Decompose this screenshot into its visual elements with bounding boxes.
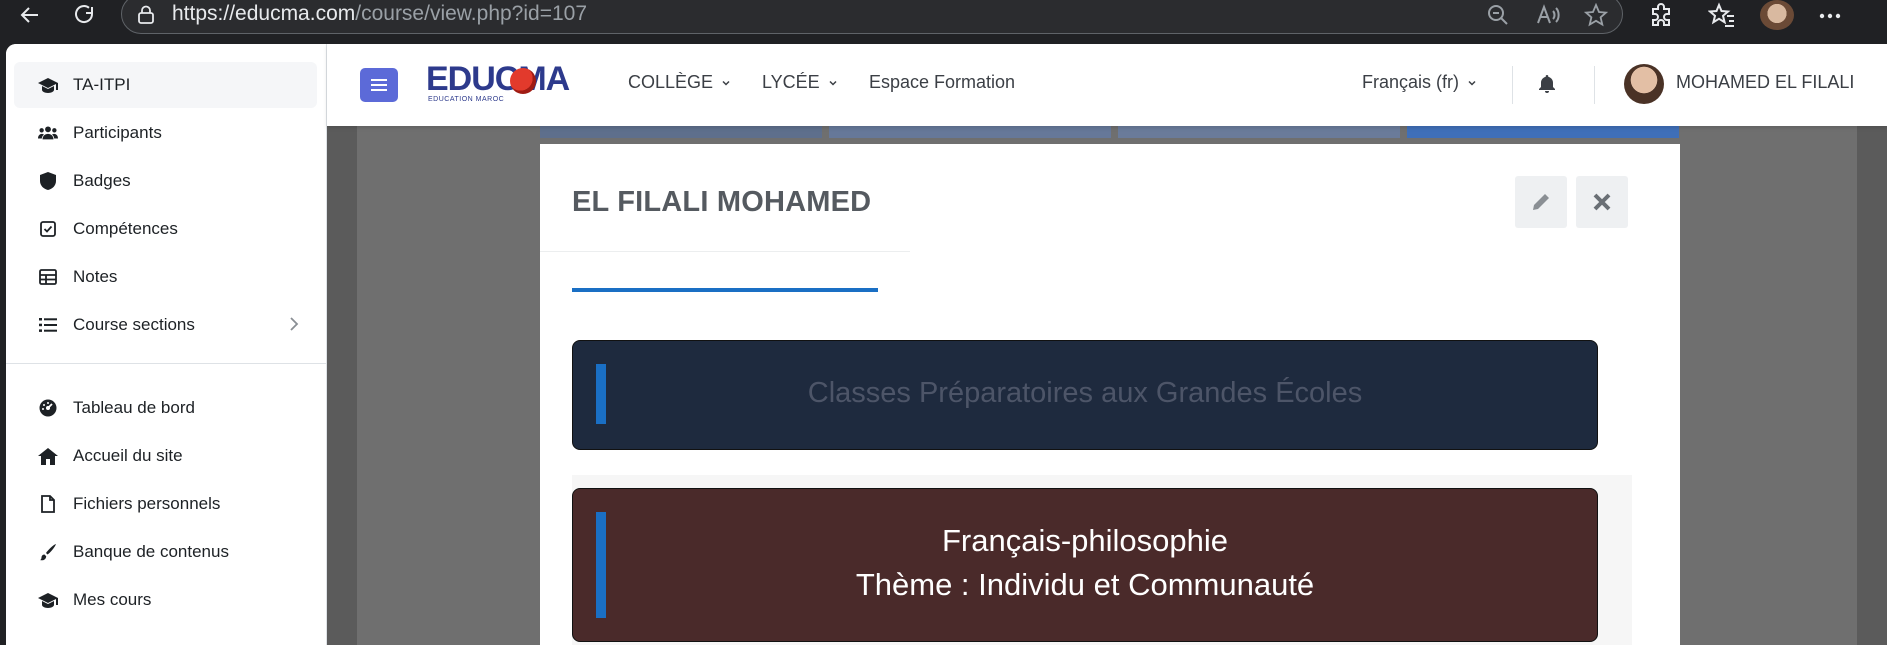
browser-toolbar: https://educma.com/course/view.php?id=10… <box>0 0 1887 44</box>
nav-link-lycee[interactable]: LYCÉE <box>762 72 838 93</box>
url-text: https://educma.com/course/view.php?id=10… <box>172 2 587 25</box>
course-drawer: TA-ITPI Participants Badges Compétences … <box>6 44 327 645</box>
pencil-icon <box>1533 194 1549 210</box>
drawer-item-label: Course sections <box>73 315 195 334</box>
drawer-item-label: Accueil du site <box>73 446 183 465</box>
drawer-item-label: Notes <box>73 267 118 286</box>
course-card-strip <box>540 126 822 138</box>
dashboard-icon <box>38 398 58 418</box>
nav-link-college[interactable]: COLLÈGE <box>628 72 731 93</box>
drawer-item-label: Mes cours <box>73 590 152 609</box>
user-name: MOHAMED EL FILALI <box>1676 72 1855 92</box>
banner-subtitle: Thème : Individu et Communauté <box>855 567 1315 602</box>
modal-title: EL FILALI MOHAMED <box>572 186 872 218</box>
drawer-item-participants[interactable]: Participants <box>14 110 317 156</box>
chevron-right-icon <box>289 317 299 336</box>
language-menu[interactable]: Français (fr) <box>1362 72 1477 93</box>
drawer-item-home[interactable]: Accueil du site <box>14 433 317 479</box>
close-icon <box>1593 193 1611 211</box>
logo-text: EDUCMA <box>426 60 570 98</box>
title-accent-line <box>572 288 878 292</box>
drawer-item-label: Compétences <box>73 219 178 238</box>
hamburger-icon <box>371 79 387 91</box>
user-menu[interactable]: MOHAMED EL FILALI <box>1676 72 1854 93</box>
drawer-item-label: Fichiers personnels <box>73 494 221 513</box>
navbar-divider <box>1594 66 1595 104</box>
logo-subtitle: EDUCATION MAROC <box>428 96 505 103</box>
table-icon <box>38 267 58 287</box>
drawer-item-content-bank[interactable]: Banque de contenus <box>14 529 317 575</box>
close-button[interactable] <box>1576 176 1628 228</box>
drawer-item-personal-files[interactable]: Fichiers personnels <box>14 481 317 527</box>
favorite-star-icon[interactable] <box>1583 2 1610 29</box>
notification-bell-icon[interactable] <box>1538 74 1556 99</box>
file-icon <box>38 494 58 514</box>
drawer-divider <box>6 363 327 364</box>
home-icon <box>38 446 58 466</box>
course-card-strip <box>1407 126 1679 138</box>
chevron-down-icon <box>722 80 730 86</box>
chevron-down-icon <box>829 80 837 86</box>
logo-globe-icon <box>510 68 536 94</box>
lock-icon <box>136 5 156 25</box>
banner-title: Français-philosophie <box>941 523 1229 558</box>
favorites-list-icon[interactable] <box>1707 2 1736 30</box>
course-card-strip <box>1118 126 1400 138</box>
address-bar[interactable]: https://educma.com/course/view.php?id=10… <box>121 0 1623 34</box>
drawer-item-competences[interactable]: Compétences <box>14 206 317 252</box>
browser-profile-avatar[interactable] <box>1760 0 1794 30</box>
paint-brush-icon <box>38 542 58 562</box>
drawer-item-my-courses[interactable]: Mes cours <box>14 577 317 623</box>
read-aloud-icon[interactable] <box>1536 3 1562 29</box>
drawer-item-label: Tableau de bord <box>73 398 195 417</box>
course-card-strip <box>829 126 1111 138</box>
drawer-item-dashboard[interactable]: Tableau de bord <box>14 385 317 431</box>
web-page: TA-ITPI Participants Badges Compétences … <box>6 44 1887 645</box>
drawer-item-label: TA-ITPI <box>73 75 131 94</box>
extensions-icon[interactable] <box>1648 2 1676 30</box>
nav-link-label: COLLÈGE <box>628 72 714 92</box>
section-banner-cpge: Classes Préparatoires aux Grandes Écoles <box>572 340 1598 450</box>
section-banner-francais-philosophie: Français-philosophie Thème : Individu et… <box>572 488 1598 642</box>
navbar-divider <box>1512 66 1513 104</box>
nav-link-label: LYCÉE <box>762 72 820 92</box>
users-icon <box>38 123 58 143</box>
shield-icon <box>38 171 58 191</box>
back-arrow-icon[interactable] <box>12 0 48 30</box>
profile-modal: EL FILALI MOHAMED Classes Préparatoires … <box>540 144 1680 645</box>
user-avatar[interactable] <box>1624 64 1664 104</box>
list-icon <box>38 315 58 335</box>
edit-button[interactable] <box>1515 176 1567 228</box>
graduation-cap-icon <box>38 75 58 95</box>
site-logo[interactable]: EDUCMA EDUCATION MAROC <box>426 62 586 106</box>
zoom-out-icon[interactable] <box>1486 3 1512 29</box>
banner-text: Classes Préparatoires aux Grandes Écoles <box>807 377 1363 409</box>
drawer-toggle-button[interactable] <box>360 68 398 102</box>
drawer-item-notes[interactable]: Notes <box>14 254 317 300</box>
drawer-item-course-sections[interactable]: Course sections <box>14 302 317 348</box>
nav-link-espace-formation[interactable]: Espace Formation <box>869 72 1015 93</box>
more-options-icon[interactable] <box>1816 2 1844 30</box>
drawer-item-label: Badges <box>73 171 131 190</box>
chevron-down-icon <box>1468 80 1476 86</box>
reload-icon[interactable] <box>66 0 102 30</box>
drawer-item-course[interactable]: TA-ITPI <box>14 62 317 108</box>
checkbox-icon <box>38 219 58 239</box>
language-label: Français (fr) <box>1362 72 1460 92</box>
top-navbar: EDUCMA EDUCATION MAROC COLLÈGE LYCÉE Esp… <box>327 44 1887 126</box>
drawer-item-label: Participants <box>73 123 162 142</box>
modal-header-divider <box>540 251 910 252</box>
nav-link-label: Espace Formation <box>869 72 1016 92</box>
drawer-item-label: Banque de contenus <box>73 542 229 561</box>
graduation-cap-icon <box>38 590 58 610</box>
drawer-item-badges[interactable]: Badges <box>14 158 317 204</box>
